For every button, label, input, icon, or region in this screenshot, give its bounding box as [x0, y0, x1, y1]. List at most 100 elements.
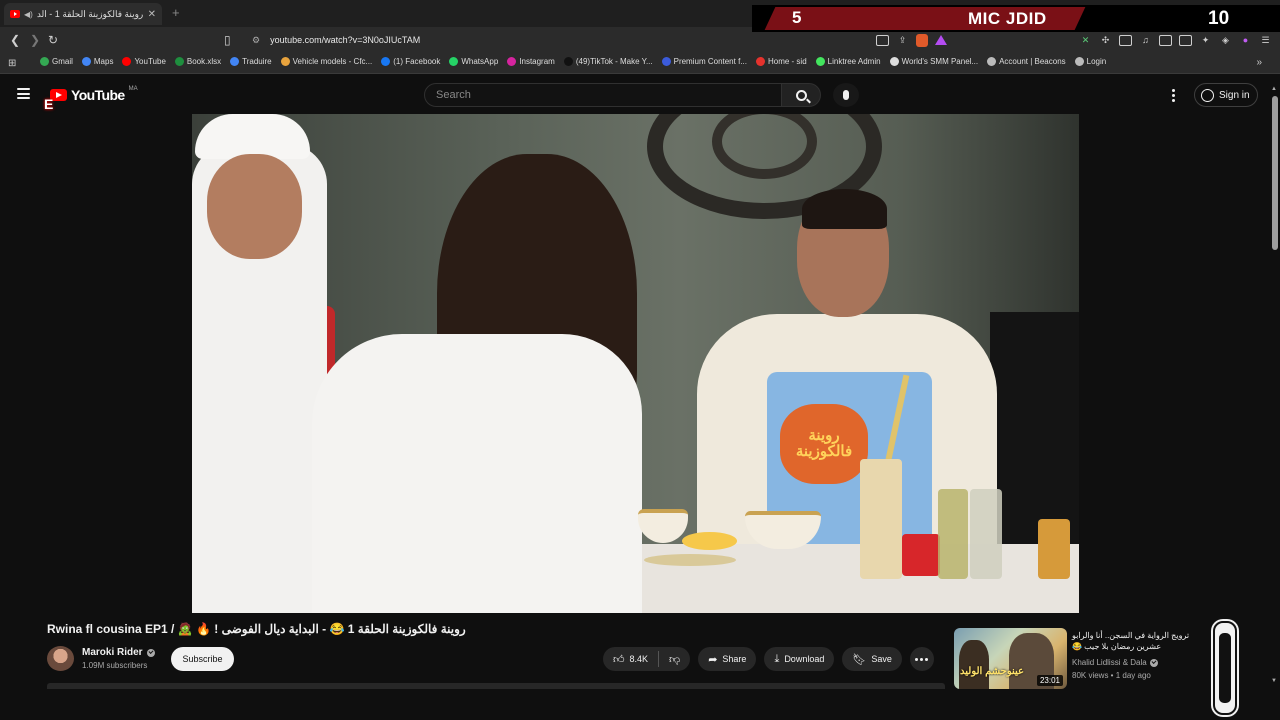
bookmark-item[interactable]: Linktree Admin	[815, 57, 881, 66]
verified-icon	[1149, 658, 1158, 667]
apps-grid-icon[interactable]: ⊞	[8, 58, 16, 69]
forward-icon[interactable]: ❯	[30, 33, 40, 47]
recommended-video-title[interactable]: ترويج الرواية في السجن.. أنا والرابو عشر…	[1072, 630, 1212, 652]
bookmark-item[interactable]: (1) Facebook	[381, 57, 440, 66]
thumbnail-person	[959, 640, 989, 689]
search-input[interactable]: Search	[424, 83, 782, 107]
bookmark-item[interactable]: Home - sid	[755, 57, 807, 66]
download-button[interactable]: ⤓ Download	[764, 647, 835, 671]
new-tab-icon[interactable]: +	[172, 5, 180, 20]
video-frame-chef-face	[207, 154, 302, 259]
bookmark-label: World's SMM Panel...	[901, 57, 979, 66]
wallet-icon[interactable]	[1179, 34, 1192, 46]
bookmark-item[interactable]: (49)TikTok - Make Y...	[563, 57, 653, 66]
bookmark-item[interactable]: WhatsApp	[449, 57, 498, 66]
bookmark-label: Book.xlsx	[186, 57, 222, 66]
video-player[interactable]: روينة فالكوزينة	[192, 114, 1079, 613]
save-bookmark-icon: 🔖︎	[852, 653, 867, 666]
extension-1-icon[interactable]: ✕	[1079, 35, 1092, 46]
brave-shield-icon[interactable]	[916, 33, 928, 47]
subscribe-button[interactable]: Subscribe	[171, 647, 234, 671]
share-page-icon[interactable]: ⇪	[896, 35, 909, 46]
bookmark-favicon-icon	[449, 57, 459, 66]
recommended-video-thumbnail[interactable]: عينوحشم الوليد 23:01	[954, 628, 1067, 689]
extensions-puzzle-icon[interactable]: ✣	[1099, 35, 1112, 46]
video-frame-glass-jar	[970, 489, 1002, 579]
bookmark-label: WhatsApp	[461, 57, 499, 66]
bookmark-item[interactable]: Instagram	[507, 57, 555, 66]
speaker-icon[interactable]: ◀)	[24, 10, 33, 19]
url-text: youtube.com/watch?v=3N0oJIUcTAM	[270, 35, 421, 45]
description-box[interactable]	[47, 683, 945, 689]
bookmark-favicon-icon	[507, 57, 517, 66]
reload-icon[interactable]: ↻	[48, 33, 58, 47]
bookmark-item[interactable]: Book.xlsx	[174, 57, 222, 66]
leo-icon[interactable]: ✦	[1199, 35, 1212, 46]
dislike-button[interactable]: 👎︎	[659, 647, 690, 671]
voice-search-button[interactable]	[833, 83, 859, 107]
like-button[interactable]: 👍︎ 8.4K	[603, 647, 658, 671]
close-tab-icon[interactable]: ✕	[148, 9, 156, 20]
bookmark-item[interactable]: Maps	[81, 57, 113, 66]
scrollbar-thumb[interactable]	[1272, 96, 1278, 250]
bookmark-favicon-icon	[81, 57, 91, 66]
bookmark-item[interactable]: Premium Content f...	[661, 57, 747, 66]
bookmark-favicon-icon	[889, 57, 899, 66]
overlay-label: MIC JDID	[968, 9, 1047, 28]
bookmark-item[interactable]: Gmail	[40, 57, 73, 66]
rewards-icon[interactable]	[935, 35, 947, 45]
tab-title: روينة فالكوزينة الحلقة 1 - الد	[36, 8, 144, 19]
bookmark-favicon-icon	[987, 57, 997, 66]
cast-icon[interactable]	[876, 34, 889, 46]
bookmark-item[interactable]: Account | Beacons	[987, 57, 1066, 66]
video-actions: 👍︎ 8.4K 👎︎ ➦ Share ⤓ Download 🔖︎ Save	[603, 647, 934, 671]
recommended-channel[interactable]: Khalid Lidlissi & Dala	[1072, 658, 1158, 667]
share-button[interactable]: ➦ Share	[698, 647, 757, 671]
sign-in-button[interactable]: Sign in	[1194, 83, 1258, 107]
more-actions-button[interactable]	[909, 647, 934, 671]
video-frame-chef-hat	[195, 114, 310, 159]
recommended-video-meta: 80K views • 1 day ago	[1072, 671, 1151, 680]
youtube-logo[interactable]: YouTube MA	[50, 86, 138, 103]
video-duration: 23:01	[1036, 675, 1063, 686]
video-frame-spice-jar	[1038, 519, 1070, 579]
bookmark-item[interactable]: Vehicle models - Cfc...	[280, 57, 372, 66]
sidebar-icon[interactable]	[1159, 34, 1172, 46]
bookmark-favicon-icon	[230, 57, 240, 66]
bookmark-label: YouTube	[134, 57, 166, 66]
browser-tab[interactable]: ◀) روينة فالكوزينة الحلقة 1 - الد ✕	[4, 3, 162, 25]
bookmark-favicon-icon	[563, 57, 573, 66]
vpn-icon[interactable]: ◈	[1219, 35, 1232, 46]
more-bookmarks-icon[interactable]: »	[1256, 57, 1262, 68]
site-settings-icon[interactable]: ⚙	[252, 35, 260, 46]
menu-icon[interactable]: ☰	[1259, 35, 1272, 46]
save-label: Save	[871, 654, 892, 664]
channel-name[interactable]: Maroki Rider	[82, 647, 155, 658]
bookmark-list: Gmail Maps YouTube Book.xlsx Traduire Vehicle…	[40, 57, 1106, 66]
bookmark-favicon-icon	[661, 57, 671, 66]
bookmark-favicon-icon	[280, 57, 290, 66]
bookmark-icon[interactable]: ▯	[224, 33, 231, 47]
bookmark-item[interactable]: Login	[1074, 57, 1107, 66]
back-icon[interactable]: ❮	[10, 33, 20, 47]
hamburger-menu-icon[interactable]	[17, 88, 30, 99]
bookmark-label: Login	[1086, 57, 1107, 66]
search-button[interactable]	[781, 83, 821, 107]
video-frame-cook-hair	[802, 189, 887, 229]
save-button[interactable]: 🔖︎ Save	[842, 647, 902, 671]
playlist-icon[interactable]: ♫	[1139, 35, 1152, 46]
settings-menu-icon[interactable]	[1172, 89, 1175, 102]
bookmark-item[interactable]: YouTube	[122, 57, 166, 66]
search-icon	[795, 89, 807, 101]
bookmark-favicon-icon	[40, 57, 49, 66]
address-bar[interactable]: ⚙ youtube.com/watch?v=3N0oJIUcTAM	[244, 30, 984, 50]
screenshot-icon[interactable]	[1119, 34, 1132, 46]
profile-icon[interactable]: ●	[1239, 35, 1252, 46]
scroll-up-arrow-icon[interactable]: ▲	[1271, 86, 1277, 92]
bookmark-favicon-icon	[815, 57, 825, 66]
bookmark-item[interactable]: Traduire	[230, 57, 272, 66]
scroll-down-arrow-icon[interactable]: ▼	[1271, 678, 1277, 684]
channel-avatar[interactable]	[47, 646, 74, 671]
bookmark-item[interactable]: World's SMM Panel...	[889, 57, 979, 66]
microphone-icon	[843, 90, 849, 100]
